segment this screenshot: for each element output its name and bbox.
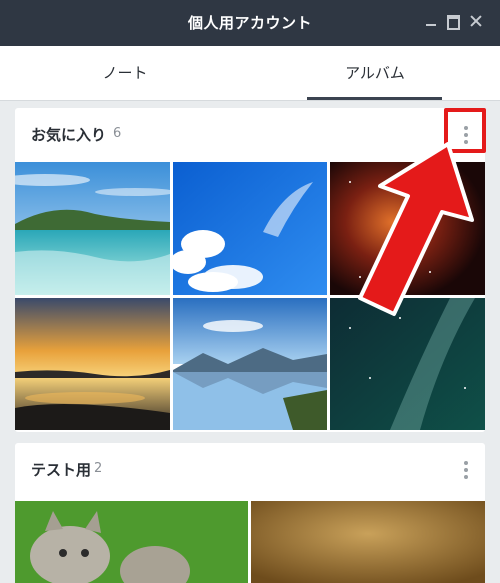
tab-note[interactable]: ノート [0,46,250,100]
photo-thumbnail-beach[interactable] [15,162,170,295]
tab-bar: ノート アルバム [0,46,500,101]
title-bar: 個人用アカウント [0,0,500,46]
photo-thumbnail-sunset[interactable] [15,298,170,430]
active-tab-indicator [307,97,442,100]
photo-thumbnail-kittens[interactable] [15,501,248,583]
album-card-test: テスト用 2 [15,443,485,583]
maximize-icon[interactable] [446,14,460,30]
album-name: テスト用 [31,461,92,479]
album-name: お気に入り [31,126,107,144]
tab-album[interactable]: アルバム [250,46,500,100]
photo-thumbnail-gold-texture[interactable] [251,501,485,583]
album-photo-count: 6 [113,126,122,141]
more-vertical-icon[interactable] [461,459,471,481]
photo-thumbnail-mountain-lake[interactable] [173,298,327,430]
close-icon[interactable] [469,14,483,28]
album-header[interactable]: テスト用 2 [15,443,485,497]
annotation-arrow [358,142,474,316]
photo-thumbnail-blue-sky[interactable] [173,162,327,295]
album-photo-count: 2 [94,461,103,476]
minimize-icon[interactable] [424,14,438,28]
